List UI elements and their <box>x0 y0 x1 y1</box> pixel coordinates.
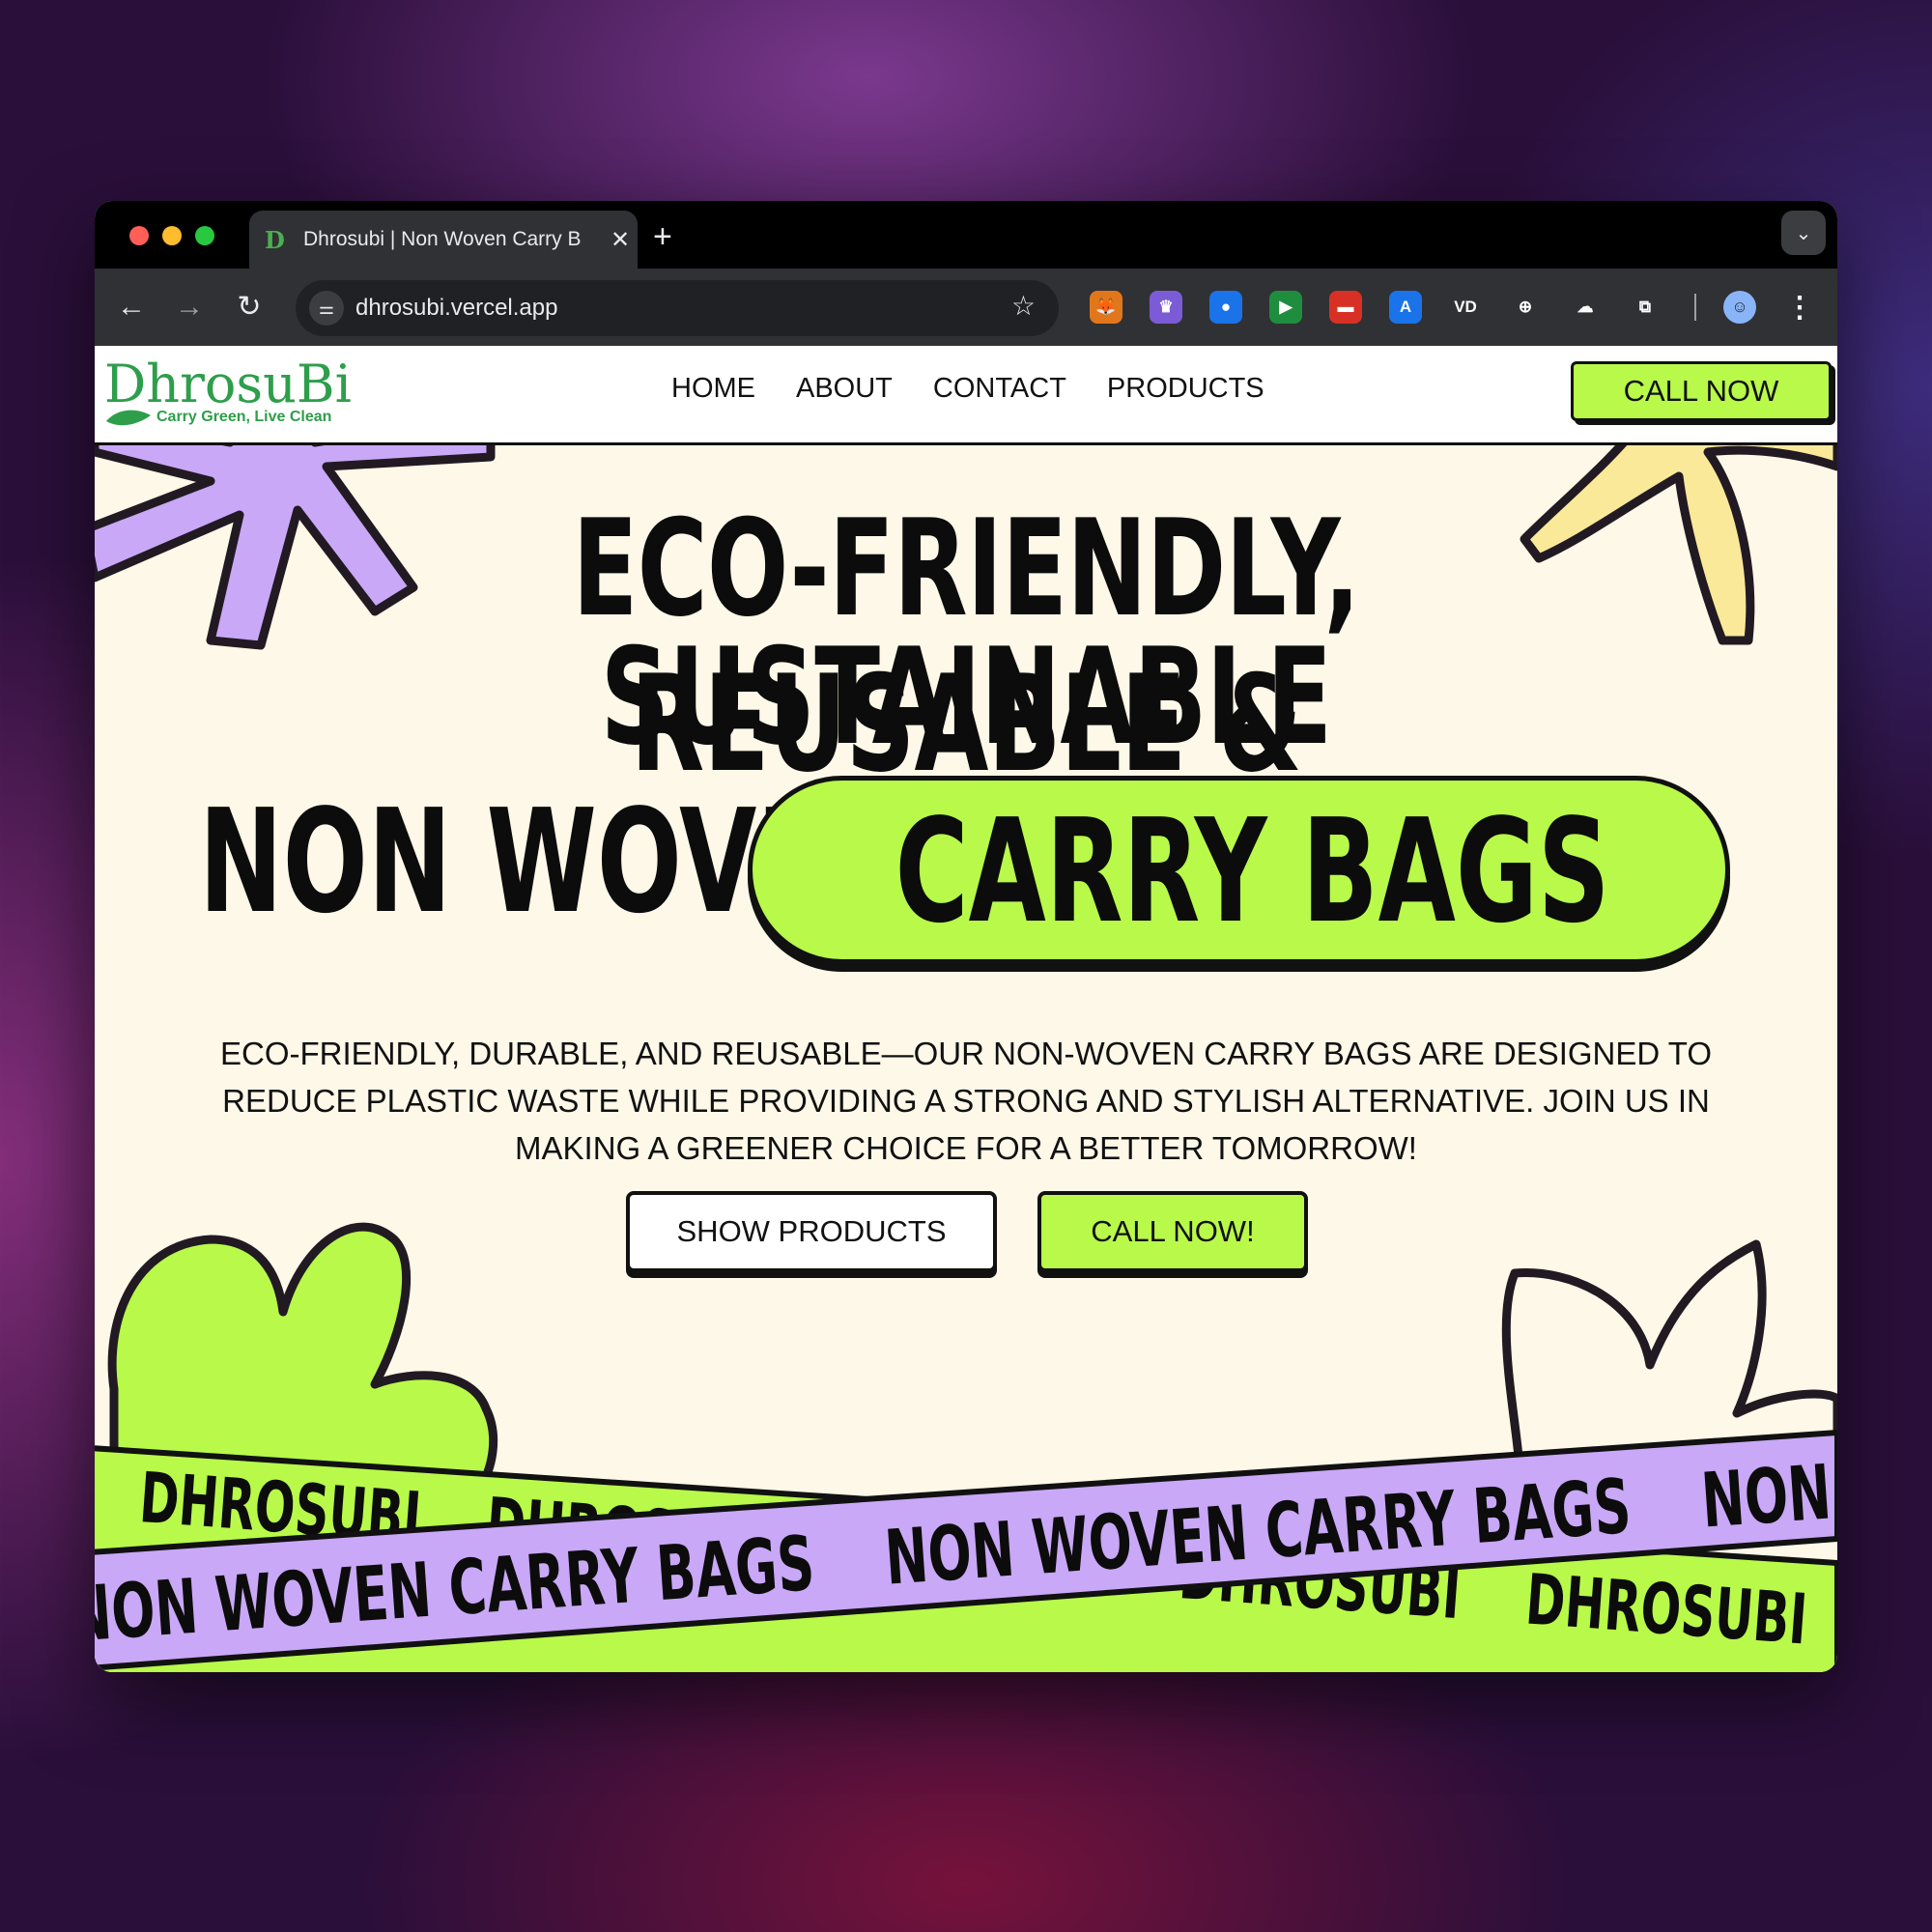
dhrosubi-logo[interactable]: DhrosuBi Carry Green, Live Clean <box>100 352 352 439</box>
download-extension-icon[interactable]: ⊕ <box>1509 291 1542 324</box>
minimize-window-button[interactable] <box>162 226 182 245</box>
tab-search-chevron-icon[interactable]: ⌄ <box>1781 211 1826 255</box>
profile-avatar-icon[interactable]: ☺ <box>1723 291 1756 324</box>
new-tab-button[interactable]: + <box>653 218 672 256</box>
globe-extension-icon[interactable]: ● <box>1209 291 1242 324</box>
puzzle-extensions-icon[interactable]: ⧉ <box>1629 291 1662 324</box>
site-settings-icon[interactable]: ⚌ <box>309 291 344 326</box>
main-nav: HOME ABOUT CONTACT PRODUCTS <box>671 373 1264 405</box>
close-window-button[interactable] <box>129 226 149 245</box>
logo-wordmark: DhrosuBi <box>104 354 352 414</box>
forward-arrow-icon[interactable]: → <box>168 286 211 328</box>
play-extension-icon[interactable]: ▶ <box>1269 291 1302 324</box>
webpage: DHROSUBI DHROSUBI DHROSUBI DHROSUBI DHRO… <box>95 346 1837 1672</box>
zoom-window-button[interactable] <box>195 226 214 245</box>
url-text[interactable]: dhrosubi.vercel.app <box>355 295 557 322</box>
cloud-extension-icon[interactable]: ☁ <box>1569 291 1602 324</box>
browser-tab[interactable]: D Dhrosubi | Non Woven Carry B ✕ <box>249 211 638 269</box>
translate-extension-icon[interactable]: A <box>1389 291 1422 324</box>
tab-strip: D Dhrosubi | Non Woven Carry B ✕ + ⌄ <box>95 201 1837 269</box>
white-leaf-shape <box>1501 1239 1837 1471</box>
tab-title: Dhrosubi | Non Woven Carry B <box>303 228 582 250</box>
nav-about-link[interactable]: ABOUT <box>796 373 893 405</box>
bookmark-star-icon[interactable]: ☆ <box>1011 290 1036 322</box>
toolbox-extension-icon[interactable]: ▬ <box>1329 291 1362 324</box>
nav-products-link[interactable]: PRODUCTS <box>1107 373 1264 405</box>
address-bar[interactable]: ⚌ dhrosubi.vercel.app ☆ <box>296 280 1059 336</box>
show-products-button[interactable]: SHOW PRODUCTS <box>626 1191 997 1272</box>
browser-toolbar: ← → ↻ ⚌ dhrosubi.vercel.app ☆ 🦊 ♛ ● ▶ ▬ A VD ⊕ ☁… <box>95 269 1837 346</box>
hero-subheadline-left: NON WOVEN <box>199 779 909 945</box>
nav-home-link[interactable]: HOME <box>671 373 755 405</box>
hero-description: ECO-FRIENDLY, DURABLE, AND REUSABLE—OUR … <box>219 1036 1713 1166</box>
toolbar-separator <box>1694 294 1696 321</box>
kebab-menu-icon[interactable]: ⋮ <box>1783 291 1816 324</box>
site-header: DhrosuBi Carry Green, Live Clean HOME AB… <box>95 346 1837 445</box>
vd-extension-icon[interactable]: VD <box>1449 291 1482 324</box>
browser-window: D Dhrosubi | Non Woven Carry B ✕ + ⌄ ← →… <box>95 201 1837 1672</box>
nav-contact-link[interactable]: CONTACT <box>933 373 1066 405</box>
hero-subheadline-pill-text: CARRY BAGS <box>895 788 1610 954</box>
hero-headline-line2: SUSTAINABLE <box>600 619 1333 775</box>
call-now-button[interactable]: CALL NOW! <box>1037 1191 1308 1272</box>
metamask-fox-icon[interactable]: 🦊 <box>1090 291 1122 324</box>
crown-extension-icon[interactable]: ♛ <box>1150 291 1182 324</box>
close-tab-icon[interactable]: ✕ <box>603 226 638 254</box>
site-favicon-icon: D <box>265 225 285 254</box>
reload-icon[interactable]: ↻ <box>228 286 270 328</box>
header-call-now-button[interactable]: CALL NOW <box>1571 361 1832 421</box>
back-arrow-icon[interactable]: ← <box>110 286 153 328</box>
logo-tagline: Carry Green, Live Clean <box>156 409 331 425</box>
green-clover-shape <box>107 1222 498 1491</box>
